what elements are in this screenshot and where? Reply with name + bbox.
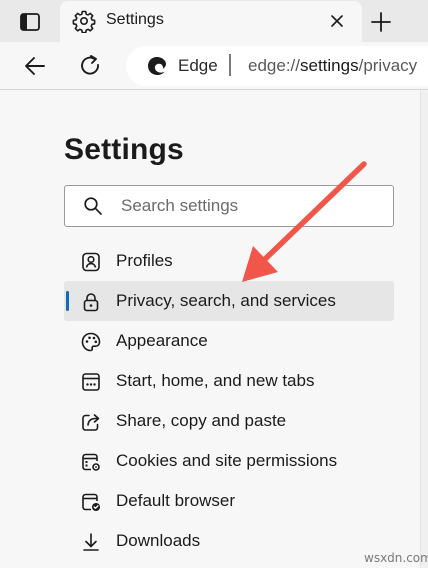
url-path: /privacy — [358, 56, 418, 75]
sidebar-item-cookies-permissions[interactable]: Cookies and site permissions — [64, 441, 394, 481]
search-icon — [84, 197, 102, 215]
sidebar-item-profiles[interactable]: Profiles — [64, 241, 394, 281]
url-text[interactable]: edge://settings/privacy — [248, 56, 417, 76]
sidebar-item-label: Privacy, search, and services — [116, 291, 336, 310]
sidebar-item-label: Start, home, and new tabs — [116, 371, 315, 390]
sidebar-item-share-copy-paste[interactable]: Share, copy and paste — [64, 401, 394, 441]
lock-icon — [83, 293, 99, 312]
tab-title: Settings — [106, 11, 164, 28]
profile-icon — [82, 252, 100, 272]
sidebar-item-label: Cookies and site permissions — [116, 451, 338, 470]
search-box[interactable] — [64, 185, 394, 227]
palette-icon — [81, 332, 101, 352]
scrollbar-track[interactable] — [420, 91, 428, 568]
back-button[interactable] — [20, 52, 50, 80]
sidebar-item-label: Profiles — [116, 251, 173, 270]
cookies-permissions-icon — [82, 453, 100, 471]
settings-nav: Profiles Privacy, search, and services A… — [64, 241, 394, 561]
watermark: wsxdn.com — [364, 551, 428, 565]
site-identity-label: Edge — [178, 56, 218, 75]
gear-icon — [72, 10, 96, 33]
close-icon[interactable] — [326, 10, 348, 32]
address-bar[interactable]: Edge edge://settings/privacy — [126, 46, 428, 86]
share-icon — [82, 414, 100, 431]
sidebar-item-label: Appearance — [116, 331, 208, 350]
tab-strip: Settings — [0, 0, 428, 42]
browser-toolbar: Edge edge://settings/privacy — [0, 42, 428, 90]
sidebar-item-default-browser[interactable]: Default browser — [64, 481, 394, 521]
url-host: settings — [300, 56, 359, 75]
edge-logo-icon — [148, 57, 166, 75]
new-tab-button[interactable] — [367, 8, 395, 36]
url-scheme: edge:// — [248, 56, 300, 75]
active-indicator — [66, 291, 69, 311]
download-icon — [83, 533, 99, 551]
tab-actions-icon — [20, 13, 40, 31]
sidebar-item-start-home[interactable]: Start, home, and new tabs — [64, 361, 394, 401]
start-page-icon — [82, 373, 100, 391]
tab-actions-button[interactable] — [12, 10, 48, 34]
address-divider — [229, 54, 231, 76]
sidebar-item-downloads[interactable]: Downloads — [64, 521, 394, 561]
sidebar-item-appearance[interactable]: Appearance — [64, 321, 394, 361]
reload-button[interactable] — [76, 52, 106, 80]
sidebar-item-privacy[interactable]: Privacy, search, and services — [64, 281, 394, 321]
settings-page: Settings Profiles Privacy, search — [0, 91, 420, 568]
page-title: Settings — [64, 133, 184, 166]
default-browser-icon — [82, 493, 100, 511]
tab-settings[interactable]: Settings — [60, 1, 362, 42]
search-input[interactable] — [121, 192, 381, 220]
sidebar-item-label: Default browser — [116, 491, 236, 510]
sidebar-item-label: Share, copy and paste — [116, 411, 287, 430]
sidebar-item-label: Downloads — [116, 531, 201, 550]
